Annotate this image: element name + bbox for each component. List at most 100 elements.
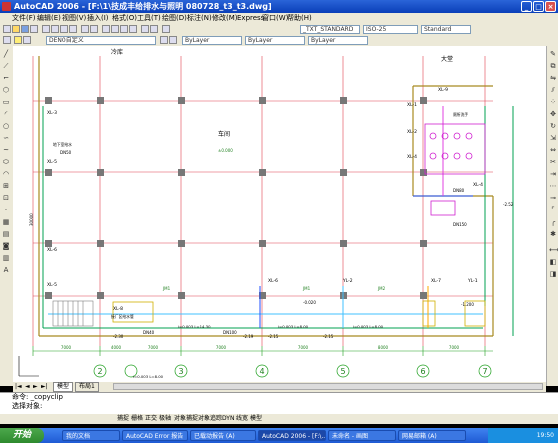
undo-icon[interactable] [81, 25, 89, 33]
task-paint[interactable]: 未命名 - 画图 [328, 430, 396, 441]
cut-icon[interactable] [42, 25, 50, 33]
tab-layout1[interactable]: 布局1 [75, 382, 99, 392]
erase-icon[interactable]: ✎ [549, 50, 557, 58]
layer-freeze-icon[interactable] [23, 36, 31, 44]
zoom-realtime-icon[interactable] [111, 25, 119, 33]
chamfer-icon[interactable]: ⌜ [549, 206, 557, 214]
horizontal-scrollbar[interactable] [113, 383, 543, 390]
menu-file[interactable]: 文件(F) [12, 13, 36, 24]
arc-icon[interactable]: ◜ [2, 110, 10, 118]
stretch-icon[interactable]: ⇔ [549, 146, 557, 154]
task-my-documents[interactable]: 我的文档 [62, 430, 120, 441]
menu-draw[interactable]: 绘图(D) [162, 13, 187, 24]
menu-insert[interactable]: 插入(I) [87, 13, 109, 24]
status-toggle-snap[interactable]: 捕捉 [117, 414, 129, 424]
explode-icon[interactable]: ✱ [549, 230, 557, 238]
status-toggle-model[interactable]: 模型 [250, 414, 262, 424]
line-icon[interactable]: ╱ [2, 50, 10, 58]
layer-manager-icon[interactable] [3, 36, 11, 44]
rotate-icon[interactable]: ↻ [549, 122, 557, 130]
status-toggle-ortho[interactable]: 正交 [145, 414, 157, 424]
close-button[interactable]: × [545, 1, 556, 12]
polygon-icon[interactable]: ⬡ [2, 86, 10, 94]
menu-help[interactable]: 帮助(H) [287, 13, 312, 24]
ellipse-arc-icon[interactable]: ◠ [2, 170, 10, 178]
mirror-icon[interactable]: ⇋ [549, 74, 557, 82]
task-autocad-error[interactable]: AutoCAD Error 报告 [122, 430, 188, 441]
copy-object-icon[interactable]: ⧉ [549, 62, 557, 70]
color-combo[interactable]: ByLayer [182, 36, 242, 45]
zoom-window-icon[interactable] [120, 25, 128, 33]
trim-icon[interactable]: ✂ [549, 158, 557, 166]
redo-icon[interactable] [90, 25, 98, 33]
help-icon[interactable] [162, 25, 170, 33]
point-icon[interactable]: · [2, 206, 10, 214]
make-block-icon[interactable]: ⊡ [2, 194, 10, 202]
revision-cloud-icon[interactable]: ∽ [2, 134, 10, 142]
text-style-combo[interactable]: _TXT_STANDARD [300, 25, 360, 34]
menu-tools[interactable]: 工具(T) [137, 13, 161, 24]
region-icon[interactable]: ◙ [2, 242, 10, 250]
spline-icon[interactable]: ~ [2, 146, 10, 154]
menu-modify[interactable]: 修改(M) [212, 13, 238, 24]
circle-icon[interactable]: ○ [2, 122, 10, 130]
make-current-icon[interactable] [160, 36, 168, 44]
task-report[interactable]: 已载动报告 (A) [190, 430, 256, 441]
lineweight-combo[interactable]: ByLayer [308, 36, 368, 45]
tab-nav-first-icon[interactable]: |◄ [15, 382, 22, 392]
tab-nav-last-icon[interactable]: ►| [41, 382, 48, 392]
table-style-combo[interactable]: Standard [421, 25, 471, 34]
menu-view[interactable]: 视图(V) [62, 13, 86, 24]
task-email[interactable]: 网易邮箱 (A) [398, 430, 466, 441]
dimension-icon[interactable]: ⟷ [549, 246, 558, 254]
status-toggle-polar[interactable]: 极轴 [159, 414, 171, 424]
rectangle-icon[interactable]: ▭ [2, 98, 10, 106]
menu-dimension[interactable]: 标注(N) [187, 13, 212, 24]
layer-combo[interactable]: DEN0自定义 [46, 36, 156, 45]
copy-icon[interactable] [51, 25, 59, 33]
hatch-icon[interactable]: ▦ [2, 218, 10, 226]
paste-icon[interactable] [60, 25, 68, 33]
tab-nav-next-icon[interactable]: ► [33, 382, 38, 392]
move-icon[interactable]: ✥ [549, 110, 557, 118]
table-icon[interactable]: ▥ [2, 254, 10, 262]
status-toggle-lwt[interactable]: 线宽 [236, 414, 248, 424]
menu-window[interactable]: 窗口(W) [262, 13, 288, 24]
zoom-previous-icon[interactable] [129, 25, 137, 33]
print-icon[interactable] [30, 25, 38, 33]
mtext-icon[interactable]: A [2, 266, 10, 274]
drawing-canvas[interactable]: 2 3 4 5 6 7 7000 4000 7000 7000 7000 800… [13, 46, 546, 382]
properties-icon[interactable] [141, 25, 149, 33]
new-icon[interactable] [3, 25, 11, 33]
layer-on-icon[interactable] [14, 36, 22, 44]
layer-states-icon[interactable]: ◧ [549, 258, 557, 266]
menu-express[interactable]: Express [237, 13, 264, 24]
tab-nav-prev-icon[interactable]: ◄ [25, 382, 30, 392]
scale-icon[interactable]: ⇲ [549, 134, 557, 142]
task-autocad-main[interactable]: AutoCAD 2006 - [F:\... [258, 430, 326, 441]
design-center-icon[interactable] [150, 25, 158, 33]
fillet-icon[interactable]: ╭ [549, 218, 557, 226]
status-toggle-dyn[interactable]: DYN [222, 414, 234, 424]
xref-icon[interactable]: ◨ [549, 270, 557, 278]
maximize-button[interactable]: □ [533, 1, 544, 12]
menu-edit[interactable]: 编辑(E) [37, 13, 61, 24]
layer-previous-icon[interactable] [169, 36, 177, 44]
save-icon[interactable] [21, 25, 29, 33]
pan-icon[interactable] [102, 25, 110, 33]
construction-line-icon[interactable]: ⟋ [2, 62, 10, 70]
extend-icon[interactable]: ⇥ [549, 170, 557, 178]
offset-icon[interactable]: ⫽ [549, 86, 557, 94]
linetype-combo[interactable]: ByLayer [245, 36, 305, 45]
join-icon[interactable]: ⊸ [549, 194, 557, 202]
menu-format[interactable]: 格式(O) [112, 13, 137, 24]
ellipse-icon[interactable]: ⬭ [2, 158, 10, 166]
status-toggle-otrack[interactable]: 对象追踪 [198, 414, 222, 424]
tab-model[interactable]: 模型 [53, 382, 74, 392]
gradient-icon[interactable]: ▤ [2, 230, 10, 238]
break-icon[interactable]: ⋯ [549, 182, 557, 190]
match-properties-icon[interactable] [69, 25, 77, 33]
open-icon[interactable] [12, 25, 20, 33]
dim-style-combo[interactable]: ISO-25 [363, 25, 418, 34]
status-toggle-grid[interactable]: 栅格 [131, 414, 143, 424]
